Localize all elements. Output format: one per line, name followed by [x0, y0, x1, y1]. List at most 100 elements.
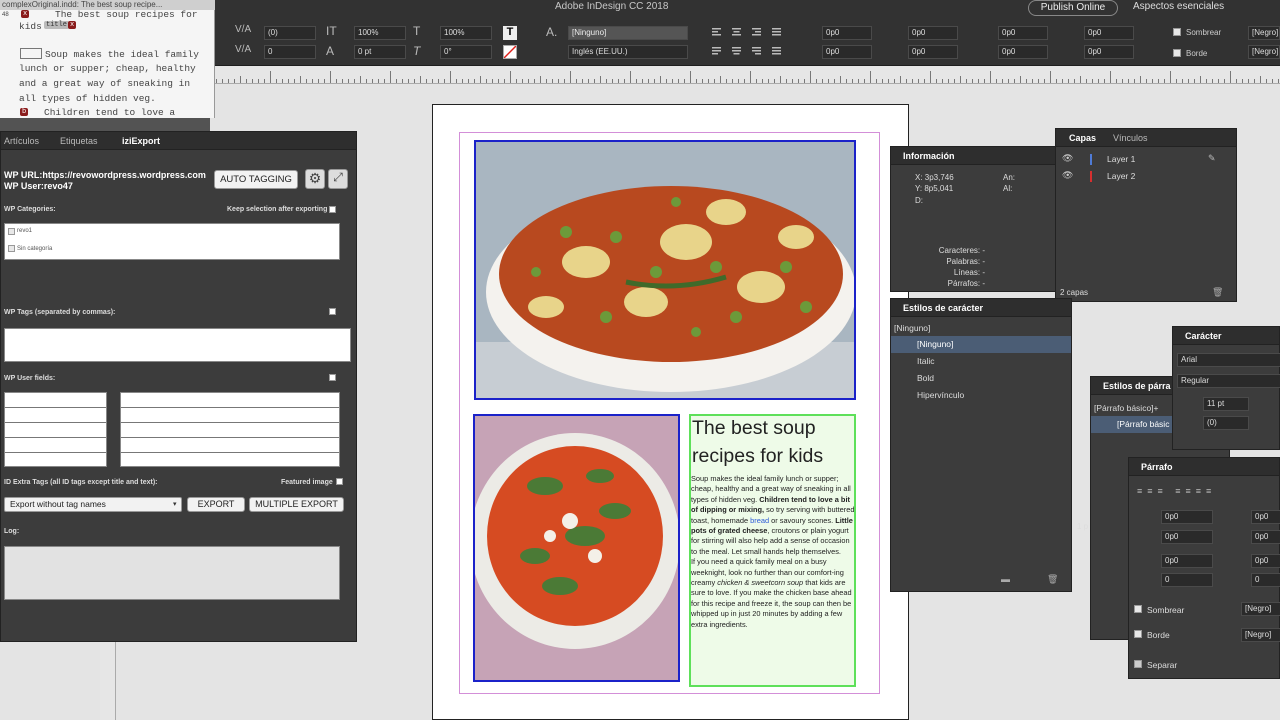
- wp-tags-label: WP Tags (separated by commas):: [4, 309, 116, 316]
- style-item-hipervinculo[interactable]: Hipervínculo: [891, 387, 1071, 404]
- font-size-field[interactable]: 11 pt: [1203, 397, 1249, 411]
- style-item-italic[interactable]: Italic: [891, 353, 1071, 370]
- tab-etiquetas[interactable]: Etiquetas: [60, 136, 98, 146]
- layer-row[interactable]: 👁 Layer 1 ✎: [1056, 151, 1236, 168]
- wp-tags-input[interactable]: [4, 328, 351, 362]
- category-checkbox[interactable]: [8, 228, 15, 235]
- info-lines: Líneas: -: [953, 268, 985, 277]
- eye-icon[interactable]: 👁: [1062, 153, 1073, 164]
- text-fill-icon[interactable]: T: [503, 26, 517, 40]
- ruler-tick: [1002, 79, 1003, 83]
- user-field-names-table[interactable]: [4, 392, 107, 467]
- separate-checkbox[interactable]: [1134, 660, 1142, 668]
- auto-tagging-button[interactable]: AUTO TAGGING: [214, 170, 298, 189]
- ruler-tick: [1080, 76, 1081, 83]
- character-style-select[interactable]: [Ninguno]: [568, 26, 688, 40]
- publish-online-button[interactable]: Publish Online: [1028, 0, 1118, 16]
- ruler-tick: [306, 79, 307, 83]
- export-button[interactable]: EXPORT: [187, 497, 245, 512]
- keep-selection-checkbox[interactable]: [329, 206, 336, 213]
- left-indent-field[interactable]: 0p0: [822, 26, 872, 40]
- featured-image-checkbox[interactable]: [336, 478, 343, 485]
- para-last-indent[interactable]: 0p0: [1251, 530, 1280, 544]
- ruler-tick: [594, 79, 595, 83]
- shade-color-select[interactable]: [Negro]: [1248, 26, 1280, 40]
- log-area[interactable]: [4, 546, 340, 600]
- user-fields-checkbox[interactable]: [329, 374, 336, 381]
- expand-icon[interactable]: ⤢: [328, 169, 348, 189]
- settings-gear-icon[interactable]: ⚙: [305, 169, 325, 189]
- language-select[interactable]: Inglés (EE.UU.): [568, 45, 688, 59]
- user-field-values-table[interactable]: [120, 392, 340, 467]
- drop-cap-chars-field[interactable]: 0p0: [1084, 45, 1134, 59]
- main-soup-image-frame[interactable]: [474, 140, 856, 400]
- para-drop-cap-chars[interactable]: 0: [1251, 573, 1280, 587]
- ruler-tick: [642, 79, 643, 83]
- style-item-ninguno[interactable]: [Ninguno]: [891, 336, 1071, 353]
- space-after-field[interactable]: 0p0: [998, 45, 1048, 59]
- skew-field[interactable]: 0°: [440, 45, 492, 59]
- story-editor[interactable]: complexOriginal.indd: The best soup reci…: [0, 0, 215, 118]
- last-line-indent-field[interactable]: 0p0: [908, 45, 958, 59]
- para-drop-cap[interactable]: 0: [1161, 573, 1213, 587]
- para-shade-color[interactable]: [Negro]: [1241, 602, 1280, 616]
- ruler-tick: [1170, 71, 1171, 83]
- kerning-field[interactable]: (0): [264, 26, 316, 40]
- font-family-field[interactable]: Arial: [1177, 353, 1280, 367]
- para-first-indent[interactable]: 0p0: [1161, 530, 1213, 544]
- tracking-icon: V/A: [235, 44, 252, 55]
- horizontal-scale-icon: T: [413, 24, 421, 38]
- paragraph-align-icons[interactable]: ≡≡≡ ≡≡≡≡: [1137, 486, 1280, 498]
- text-link[interactable]: bread: [750, 516, 769, 525]
- character-kerning-field[interactable]: (0): [1203, 416, 1249, 430]
- horizontal-scale-field[interactable]: 100%: [440, 26, 492, 40]
- story-line: lunch or supper; cheap, healthy: [19, 63, 196, 74]
- ruler-tick: [744, 79, 745, 83]
- para-space-before[interactable]: 0p0: [1161, 554, 1213, 568]
- story-text-frame[interactable]: The best soup recipes for kids Soup make…: [689, 414, 856, 687]
- baseline-shift-field[interactable]: 0 pt: [354, 45, 406, 59]
- drop-cap-lines-field[interactable]: 0p0: [1084, 26, 1134, 40]
- style-item-bold[interactable]: Bold: [891, 370, 1071, 387]
- right-indent-field[interactable]: 0p0: [908, 26, 958, 40]
- para-shade-checkbox[interactable]: [1134, 605, 1142, 613]
- tab-vinculos[interactable]: Vínculos: [1113, 133, 1148, 143]
- vertical-scale-field[interactable]: 100%: [354, 26, 406, 40]
- para-border-checkbox[interactable]: [1134, 630, 1142, 638]
- para-right-indent[interactable]: 0p0: [1251, 510, 1280, 524]
- multiple-export-button[interactable]: MULTIPLE EXPORT: [249, 497, 344, 512]
- stroke-none-icon[interactable]: [503, 45, 517, 59]
- first-line-indent-field[interactable]: 0p0: [822, 45, 872, 59]
- ruler-tick: [1272, 79, 1273, 83]
- shade-checkbox[interactable]: [1173, 28, 1181, 36]
- tomato-soup-image-frame[interactable]: [473, 414, 680, 682]
- ruler-tick: [804, 79, 805, 83]
- trash-icon[interactable]: 🗑: [1047, 574, 1058, 585]
- tab-iziexport[interactable]: iziExport: [122, 136, 160, 146]
- bold-tag[interactable]: b: [20, 108, 29, 116]
- export-mode-select[interactable]: Export without tag names: [4, 497, 182, 512]
- category-checkbox[interactable]: [8, 245, 15, 252]
- ruler-tick: [1050, 71, 1051, 83]
- ruler-tick: [1008, 79, 1009, 83]
- eye-icon[interactable]: 👁: [1062, 170, 1073, 181]
- para-space-after[interactable]: 0p0: [1251, 554, 1280, 568]
- folder-icon[interactable]: ▬: [1001, 574, 1010, 584]
- border-color-select[interactable]: [Negro]: [1248, 45, 1280, 59]
- para-left-indent[interactable]: 0p0: [1161, 510, 1213, 524]
- tab-capas[interactable]: Capas: [1069, 133, 1096, 143]
- layer-row[interactable]: 👁 Layer 2: [1056, 168, 1236, 185]
- tracking-field[interactable]: 0: [264, 45, 316, 59]
- tags-checkbox[interactable]: [329, 308, 336, 315]
- font-style-field[interactable]: Regular: [1177, 374, 1280, 388]
- workspace-switcher[interactable]: Aspectos esenciales: [1133, 1, 1224, 12]
- para-border-color[interactable]: [Negro]: [1241, 628, 1280, 642]
- space-before-field[interactable]: 0p0: [998, 26, 1048, 40]
- ruler-tick: [1122, 79, 1123, 83]
- ruler-tick: [1242, 79, 1243, 83]
- trash-icon[interactable]: 🗑: [1212, 287, 1223, 298]
- title-tag[interactable]: title: [44, 21, 70, 29]
- tab-articulos[interactable]: Artículos: [4, 136, 39, 146]
- border-checkbox[interactable]: [1173, 49, 1181, 57]
- close-tag-icon[interactable]: x: [68, 21, 77, 29]
